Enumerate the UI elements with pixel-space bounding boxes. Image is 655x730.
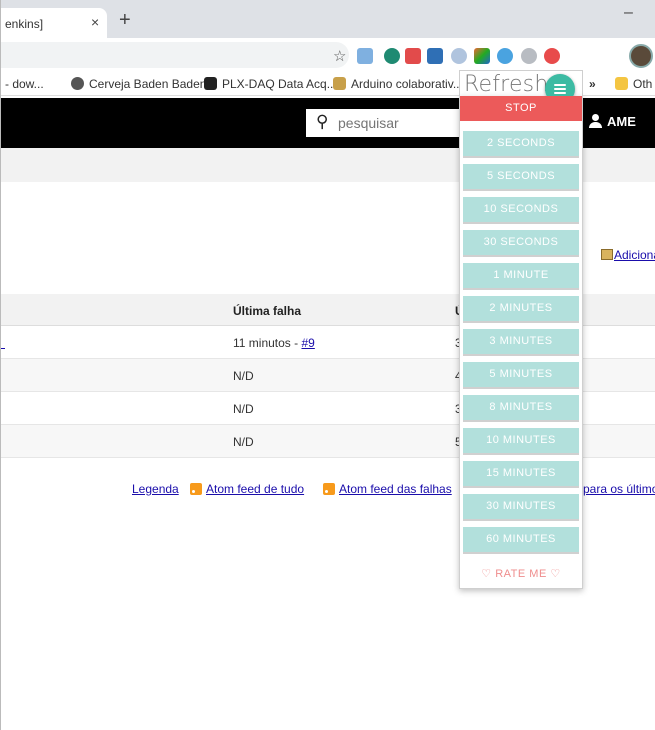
bookmark-item[interactable]: PLX-DAQ Data Acq... [204, 77, 337, 91]
interval-option-8-minutes[interactable]: 8 MINUTES [463, 395, 579, 420]
interval-option-15-minutes[interactable]: 15 MINUTES [463, 461, 579, 486]
profile-avatar[interactable] [629, 44, 653, 68]
interval-option-5-seconds[interactable]: 5 SECONDS [463, 164, 579, 189]
new-tab-button[interactable]: + [119, 10, 131, 30]
interval-option-30-minutes[interactable]: 30 MINUTES [463, 494, 579, 519]
folder-icon [615, 77, 628, 90]
rss-icon [323, 483, 335, 495]
interval-option-30-seconds[interactable]: 30 SECONDS [463, 230, 579, 255]
edit-icon [601, 249, 613, 260]
interval-option-10-minutes[interactable]: 10 MINUTES [463, 428, 579, 453]
tab-strip: enkins] × + – [1, 0, 655, 38]
save-icon[interactable] [427, 48, 443, 64]
last-failure-text: 11 minutos - [233, 336, 302, 350]
add-description-link[interactable]: Adiciona [601, 248, 655, 262]
interval-option-5-minutes[interactable]: 5 MINUTES [463, 362, 579, 387]
last-failure-cell: 11 minutos - #9 [233, 336, 315, 350]
bookmark-item[interactable]: Cerveja Baden Baden [71, 77, 206, 91]
stop-button[interactable]: STOP [460, 96, 582, 121]
atom-feed-failures-link[interactable]: Atom feed das falhas [323, 482, 452, 496]
heart-icon: ♡ [481, 568, 492, 580]
search-input[interactable] [338, 113, 458, 133]
tab-title: enkins] [5, 17, 44, 31]
globe-icon [71, 77, 84, 90]
bookmark-label: PLX-DAQ Data Acq... [222, 77, 337, 91]
bookmarks-overflow[interactable]: » [589, 77, 596, 91]
bookmark-star-icon[interactable]: ☆ [333, 47, 346, 65]
browser-window: enkins] × + – ☆ - dow... Cerveja Baden B… [0, 0, 655, 730]
extension-chart-icon[interactable] [357, 48, 373, 64]
atom-feed-failures-label: Atom feed das falhas [339, 482, 452, 496]
user-name[interactable]: AME [607, 114, 636, 129]
bookmark-item[interactable]: Arduino colaborativ... [333, 77, 463, 91]
interval-option-2-seconds[interactable]: 2 SECONDS [463, 131, 579, 156]
interval-option-1-minute[interactable]: 1 MINUTE [463, 263, 579, 288]
extension-colorful-icon[interactable] [474, 48, 490, 64]
bookmark-label: Arduino colaborativ... [351, 77, 463, 91]
interval-option-2-minutes[interactable]: 2 MINUTES [463, 296, 579, 321]
bookmark-label: - dow... [5, 77, 44, 91]
browser-tab[interactable]: enkins] × [1, 8, 107, 38]
plx-daq-icon [204, 77, 217, 90]
build-link[interactable]: #9 [301, 336, 314, 350]
rate-me-button[interactable]: ♡ RATE ME ♡ [463, 562, 579, 586]
refresh-popup-title: Refresh [464, 72, 549, 97]
interval-option-60-minutes[interactable]: 60 MINUTES [463, 527, 579, 552]
extension-puzzle-icon[interactable] [384, 48, 400, 64]
extension-badge-icon[interactable] [544, 48, 560, 64]
last-failure-cell: N/D [233, 369, 254, 383]
interval-option-3-minutes[interactable]: 3 MINUTES [463, 329, 579, 354]
extension-gear-icon[interactable] [451, 48, 467, 64]
toolbar: ☆ [1, 38, 655, 70]
heart-icon: ♡ [550, 568, 561, 580]
column-header-last-failure[interactable]: Última falha [233, 304, 301, 318]
address-bar[interactable] [1, 42, 349, 68]
refresh-extension-icon[interactable] [521, 48, 537, 64]
bookmark-item[interactable]: Oth [615, 77, 652, 91]
atom-feed-all-link[interactable]: Atom feed de tudo [190, 482, 304, 496]
interval-option-10-seconds[interactable]: 10 SECONDS [463, 197, 579, 222]
close-tab-icon[interactable]: × [91, 14, 99, 30]
bookmark-label: Oth [633, 77, 653, 91]
job-link[interactable] [1, 336, 5, 349]
arduino-icon [333, 77, 346, 90]
extension-cloud-icon[interactable] [497, 48, 513, 64]
search-box: ⚲ [306, 109, 466, 137]
atom-feed-all-label: Atom feed de tudo [206, 482, 305, 496]
last-failure-cell: N/D [233, 402, 254, 416]
rate-me-label: RATE ME [495, 568, 547, 580]
extension-red-icon[interactable] [405, 48, 421, 64]
add-description-label: Adiciona [614, 248, 655, 262]
bookmark-label: Cerveja Baden Baden [89, 77, 207, 91]
last-failure-cell: N/D [233, 435, 254, 449]
rss-icon [190, 483, 202, 495]
atom-feed-latest-link[interactable]: para os últimos [583, 482, 655, 496]
bookmark-item[interactable]: - dow... [5, 77, 44, 91]
search-icon: ⚲ [316, 112, 329, 131]
minimize-button[interactable]: – [624, 4, 633, 22]
legend-link[interactable]: Legenda [132, 482, 179, 496]
user-icon [589, 114, 602, 128]
